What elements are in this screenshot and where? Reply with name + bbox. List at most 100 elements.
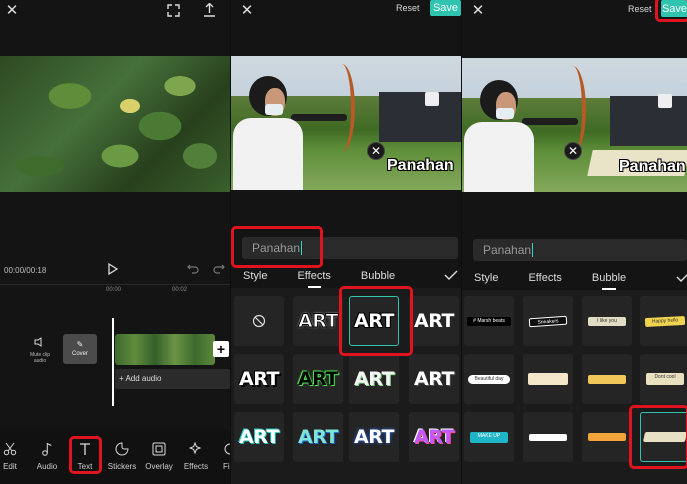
speaker-icon[interactable] <box>33 336 47 348</box>
tab-effects[interactable]: Effects <box>528 272 561 284</box>
filter-icon <box>223 440 230 458</box>
tab-bubble[interactable]: Bubble <box>592 272 626 290</box>
bubble-option[interactable]: Dont cool <box>640 354 687 404</box>
style-preview: ART <box>414 426 454 448</box>
style-tabs: Style Effects Bubble <box>243 270 425 288</box>
style-art-1[interactable]: ART <box>293 296 343 346</box>
text-overlay[interactable]: Panahan <box>619 158 686 176</box>
add-clip-button[interactable]: + <box>213 341 229 357</box>
redo-icon[interactable] <box>212 262 226 276</box>
bubble-option[interactable]: # Marsh beats <box>464 296 514 346</box>
nav-label: Overlay <box>145 462 173 471</box>
undo-icon[interactable] <box>186 262 200 276</box>
style-art-5[interactable]: ART <box>293 354 343 404</box>
nav-overlay[interactable]: Overlay <box>140 440 178 471</box>
bubble-preview <box>529 433 567 441</box>
backdrop-banner <box>610 96 687 146</box>
target-board <box>425 92 439 106</box>
nav-edit[interactable]: Edit <box>0 440 29 471</box>
export-icon[interactable] <box>201 2 217 18</box>
bubble-preview: MAKE UP <box>470 431 508 443</box>
style-art-4[interactable]: ART <box>234 354 284 404</box>
pencil-icon: ✎ <box>76 339 84 349</box>
nav-label: Audio <box>36 462 58 471</box>
bubble-preview: Sneakers <box>528 315 568 327</box>
style-none[interactable] <box>234 296 284 346</box>
nav-label: Stickers <box>107 462 137 471</box>
tab-effects[interactable]: Effects <box>297 270 331 288</box>
tab-style[interactable]: Style <box>474 272 498 284</box>
bubble-option[interactable] <box>523 354 573 404</box>
video-clip-track[interactable] <box>115 334 215 365</box>
add-audio-track[interactable]: + Add audio <box>115 369 230 389</box>
style-art-8[interactable]: ART <box>234 412 284 462</box>
style-art-10[interactable]: ART <box>349 412 399 462</box>
reset-button[interactable]: Reset <box>628 4 652 14</box>
bubble-preview: I like you <box>588 316 626 326</box>
fullscreen-icon[interactable] <box>165 2 181 18</box>
cover-button[interactable]: ✎ Cover <box>63 334 97 364</box>
bubble-option[interactable] <box>582 354 632 404</box>
confirm-check-icon[interactable] <box>443 268 459 282</box>
nav-effects[interactable]: Effects <box>177 440 215 471</box>
target-board <box>658 94 672 108</box>
close-icon[interactable]: ✕ <box>470 2 486 19</box>
playhead[interactable] <box>112 318 114 406</box>
mute-clip-label: Mute clip audio <box>29 352 50 364</box>
bubble-preview: Dont cool <box>646 373 684 385</box>
nav-label: Fi <box>223 462 230 471</box>
bubble-option[interactable]: I like you <box>582 296 632 346</box>
nav-label: Effects <box>183 462 209 471</box>
text-delete-icon[interactable]: ✕ <box>564 142 582 160</box>
style-preview: ART <box>298 426 338 448</box>
tab-bubble[interactable]: Bubble <box>361 270 395 282</box>
close-icon[interactable]: ✕ <box>239 2 255 19</box>
highlight-selected-style <box>339 286 413 356</box>
nav-stickers[interactable]: Stickers <box>103 440 141 471</box>
text-delete-icon[interactable]: ✕ <box>367 142 385 160</box>
bubble-option[interactable]: MAKE UP <box>464 412 514 462</box>
highlight-selected-bubble <box>629 405 687 469</box>
bubble-option[interactable]: Happy hello <box>640 296 687 346</box>
style-art-9[interactable]: ART <box>293 412 343 462</box>
bubble-preview: Beautiful day <box>468 374 510 384</box>
bow <box>329 64 355 152</box>
nav-audio[interactable]: Audio <box>28 440 66 471</box>
bubble-option[interactable] <box>582 412 632 462</box>
music-note-icon <box>28 440 66 458</box>
video-preview[interactable] <box>0 56 230 192</box>
ruler-mark-1: 00:02 <box>172 287 188 293</box>
bubble-option[interactable]: Beautiful day <box>464 354 514 404</box>
cover-label: Cover <box>71 351 88 357</box>
text-input[interactable]: Panahan <box>473 239 687 261</box>
style-preview: ART <box>239 426 279 448</box>
save-button[interactable]: Save <box>430 0 461 16</box>
style-art-6[interactable]: ART <box>349 354 399 404</box>
play-icon[interactable] <box>106 262 120 276</box>
arm <box>522 118 578 125</box>
nav-filters[interactable]: Fi <box>211 440 230 471</box>
tab-style[interactable]: Style <box>243 270 267 282</box>
style-art-3[interactable]: ART <box>409 296 459 346</box>
style-preview: ART <box>354 426 394 448</box>
text-overlay[interactable]: Panahan <box>387 157 454 175</box>
bubble-option[interactable] <box>523 412 573 462</box>
ruler-mark-0: 00:00 <box>106 287 122 293</box>
text-input-value: Panahan <box>483 243 532 257</box>
divider <box>0 284 230 285</box>
timecode: 00:00/00:18 <box>4 266 47 275</box>
video-preview[interactable]: ✕ Panahan <box>462 58 687 192</box>
confirm-check-icon[interactable] <box>676 270 687 284</box>
bubble-panel: ✕ Reset Save ✕ Panahan Panahan Style Eff… <box>462 0 687 484</box>
highlight-text-input <box>231 226 323 268</box>
reset-button[interactable]: Reset <box>396 3 420 13</box>
style-art-7[interactable]: ART <box>409 354 459 404</box>
effects-icon <box>177 440 215 458</box>
close-icon[interactable]: ✕ <box>4 2 20 19</box>
style-art-11[interactable]: ART <box>409 412 459 462</box>
face-mask <box>265 104 283 115</box>
bubble-option[interactable]: Sneakers <box>523 296 573 346</box>
person <box>464 122 534 192</box>
bubble-preview: # Marsh beats <box>467 316 511 326</box>
video-preview[interactable]: ✕ Panahan <box>231 56 461 190</box>
